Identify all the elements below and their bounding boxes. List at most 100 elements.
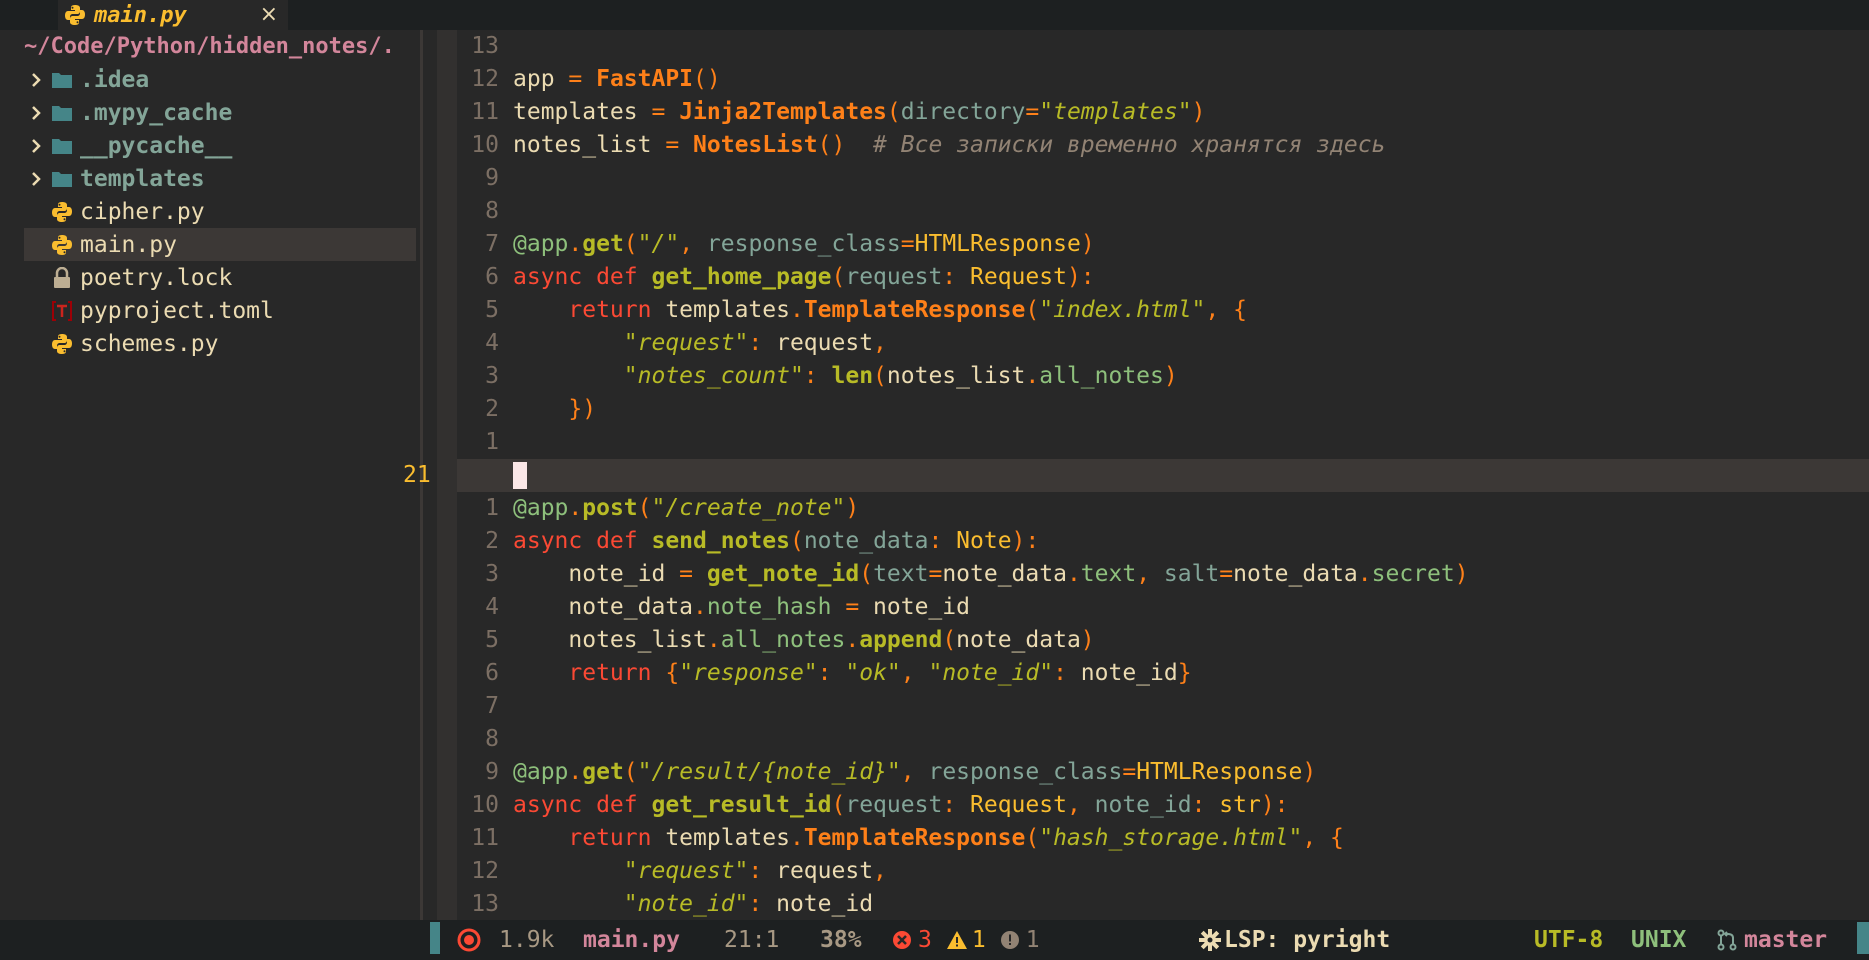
- tree-item-pycache[interactable]: __pycache__: [24, 129, 416, 162]
- code-token: =: [900, 231, 915, 257]
- code-line[interactable]: 4 "request": request,: [457, 327, 1869, 360]
- code-token: @app: [513, 231, 569, 257]
- code-token: str: [1219, 792, 1261, 818]
- code-token: =: [1122, 759, 1137, 785]
- line-number: 7: [485, 231, 499, 257]
- code-token: Jinja2Templates: [679, 99, 887, 125]
- code-line[interactable]: 11 templates = Jinja2Templates(directory=…: [457, 96, 1869, 129]
- chevron-right-icon[interactable]: [24, 105, 48, 121]
- tree-item-templates[interactable]: templates: [24, 162, 416, 195]
- code-line[interactable]: 3 "notes_count": len(notes_list.all_note…: [457, 360, 1869, 393]
- code-line[interactable]: 13 "note_id": note_id: [457, 888, 1869, 921]
- code-line[interactable]: 7: [457, 690, 1869, 723]
- code-token: note_data: [956, 627, 1081, 653]
- code-line[interactable]: 6 async def get_home_page(request: Reques…: [457, 261, 1869, 294]
- toml-icon: [48, 300, 76, 322]
- code-token: (: [1025, 825, 1040, 851]
- chevron-right-icon[interactable]: [24, 138, 48, 154]
- code-line[interactable]: 10 async def get_result_id(request: Reque…: [457, 789, 1869, 822]
- code-line[interactable]: 8: [457, 195, 1869, 228]
- code-token: :: [928, 528, 957, 554]
- current-code-line[interactable]: 21: [403, 459, 1869, 492]
- code-token: .: [1066, 561, 1081, 587]
- code-token: }): [513, 396, 597, 422]
- tree-item-poetry-lock[interactable]: poetry.lock: [24, 261, 416, 294]
- code-line[interactable]: 2 async def send_notes(note_data: Note):: [457, 525, 1869, 558]
- code-line[interactable]: 12 "request": request,: [457, 855, 1869, 888]
- status-filename: main.py: [583, 927, 680, 953]
- code-token: =: [1219, 561, 1234, 587]
- folder-icon: [48, 170, 76, 188]
- chevron-right-icon[interactable]: [24, 171, 48, 187]
- code-token: salt: [1163, 561, 1220, 587]
- code-token: :: [942, 264, 970, 290]
- tree-item-pyproject-toml[interactable]: pyproject.toml: [24, 294, 416, 327]
- tab-close-button[interactable]: ×: [260, 2, 278, 27]
- code-line[interactable]: 2 }): [457, 393, 1869, 426]
- tree-item-cipher-py[interactable]: cipher.py: [24, 195, 416, 228]
- tab-main-py[interactable]: main.py ×: [58, 0, 288, 30]
- code-token: (: [859, 561, 874, 587]
- code-editor[interactable]: 13 12 app = FastAPI() 11 templates = Jinja2T…: [403, 30, 1869, 921]
- line-number: 8: [485, 726, 499, 752]
- code-token: :: [748, 858, 777, 884]
- diagnostics[interactable]: 3 1 1: [892, 920, 1040, 960]
- code-line[interactable]: 10 notes_list = NotesList() # Все записки…: [457, 129, 1869, 162]
- code-text: @app.get("/result/{note_id}", response_c…: [513, 756, 1316, 789]
- encoding[interactable]: UTF-8: [1534, 920, 1603, 960]
- code-token: directory: [900, 99, 1026, 125]
- code-token: (): [817, 132, 846, 158]
- tree-item-label: __pycache__: [80, 132, 233, 159]
- tree-item-main-py[interactable]: main.py: [24, 228, 416, 261]
- code-text: note_data.note_hash = note_id: [513, 591, 970, 624]
- code-token: note_data: [803, 528, 929, 554]
- code-token: (: [942, 627, 957, 653]
- tree-item-idea[interactable]: .idea: [24, 63, 416, 96]
- chevron-right-icon[interactable]: [24, 72, 48, 88]
- tree-item-mypy-cache[interactable]: .mypy_cache: [24, 96, 416, 129]
- code-line[interactable]: 7 @app.get("/", response_class=HTMLRespon…: [457, 228, 1869, 261]
- code-line[interactable]: 6 return {"response": "ok", "note_id": n…: [457, 657, 1869, 690]
- code-token: ,: [900, 759, 929, 785]
- code-token: ,: [1066, 792, 1095, 818]
- code-token: "index.html": [1039, 297, 1206, 323]
- code-line[interactable]: 3 note_id = get_note_id(text=note_data.t…: [457, 558, 1869, 591]
- code-line[interactable]: 11 return templates.TemplateResponse("ha…: [457, 822, 1869, 855]
- code-line[interactable]: 12 app = FastAPI(): [457, 63, 1869, 96]
- lsp-status[interactable]: LSP: pyright: [1198, 920, 1390, 960]
- code-token: note_data: [1233, 561, 1358, 587]
- code-token: (: [886, 99, 901, 125]
- tree-item-schemes-py[interactable]: schemes.py: [24, 327, 416, 360]
- code-line[interactable]: 9 @app.get("/result/{note_id}", response_…: [457, 756, 1869, 789]
- code-line[interactable]: 13: [457, 30, 1869, 63]
- code-line[interactable]: 1: [457, 426, 1869, 459]
- code-text: async def get_home_page(request: Request…: [513, 261, 1095, 294]
- code-text: notes_list = NotesList() # Все записки в…: [513, 129, 1385, 162]
- line-number: 2: [485, 528, 499, 554]
- code-token: Note: [956, 528, 1012, 554]
- git-branch[interactable]: master: [1716, 920, 1827, 960]
- code-token: FastAPI: [596, 66, 694, 92]
- code-line[interactable]: 4 note_data.note_hash = note_id: [457, 591, 1869, 624]
- code-token: .: [568, 231, 583, 257]
- code-text: return templates.TemplateResponse("hash_…: [513, 822, 1344, 855]
- code-token: request: [845, 792, 943, 818]
- code-token: (: [831, 264, 846, 290]
- code-line[interactable]: 1 @app.post("/create_note"): [457, 492, 1869, 525]
- code-token: "request": [513, 858, 749, 884]
- code-token: post: [582, 495, 638, 521]
- code-token: :: [1053, 660, 1081, 686]
- code-token: .: [1025, 363, 1040, 389]
- line-number: 6: [485, 660, 499, 686]
- file-size: 1.9k: [499, 927, 555, 953]
- code-token: , {: [1205, 297, 1247, 323]
- line-ending[interactable]: UNIX: [1631, 920, 1686, 960]
- code-line[interactable]: 8: [457, 723, 1869, 756]
- code-line[interactable]: 5 return templates.TemplateResponse("ind…: [457, 294, 1869, 327]
- code-token: templates: [513, 99, 652, 125]
- code-line[interactable]: 9: [457, 162, 1869, 195]
- line-number: 8: [485, 198, 499, 224]
- line-number: 10: [471, 792, 499, 818]
- code-token: (: [623, 231, 638, 257]
- code-line[interactable]: 5 notes_list.all_notes.append(note_data): [457, 624, 1869, 657]
